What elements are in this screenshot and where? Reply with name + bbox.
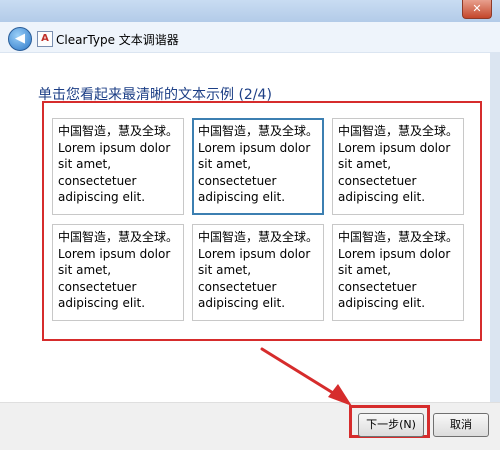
sample-line-3: consectetuer xyxy=(58,173,137,188)
sample-line-2: sit amet, xyxy=(338,157,392,171)
sample-chinese-text: 中国智造，慧及全球。 xyxy=(58,124,179,138)
sample-line-3: consectetuer xyxy=(198,173,277,188)
sample-line-2: sit amet, xyxy=(198,263,252,277)
sample-line-2: sit amet, xyxy=(58,157,112,171)
text-sample-1[interactable]: 中国智造，慧及全球。 Lorem ipsum dolor sit amet, c… xyxy=(52,118,184,215)
text-sample-6[interactable]: 中国智造，慧及全球。 Lorem ipsum dolor sit amet, c… xyxy=(332,224,464,321)
cancel-button[interactable]: 取消 xyxy=(433,413,489,437)
sample-line-3: consectetuer xyxy=(198,279,277,294)
sample-line-1: Lorem ipsum dolor xyxy=(338,140,451,155)
sample-line-4: adipiscing elit. xyxy=(198,190,286,204)
sample-line-2: sit amet, xyxy=(58,263,112,277)
sample-line-4: adipiscing elit. xyxy=(58,296,146,310)
sample-line-1: Lorem ipsum dolor xyxy=(198,140,311,155)
sample-chinese-text: 中国智造，慧及全球。 xyxy=(338,230,459,244)
sample-line-3: consectetuer xyxy=(338,279,417,294)
text-sample-3[interactable]: 中国智造，慧及全球。 Lorem ipsum dolor sit amet, c… xyxy=(332,118,464,215)
sample-line-3: consectetuer xyxy=(58,279,137,294)
sample-line-4: adipiscing elit. xyxy=(58,190,146,204)
sample-line-1: Lorem ipsum dolor xyxy=(58,246,171,261)
sample-chinese-text: 中国智造，慧及全球。 xyxy=(198,230,319,244)
wizard-header: ◀ A ClearType 文本调谐器 xyxy=(0,22,500,53)
sample-chinese-text: 中国智造，慧及全球。 xyxy=(58,230,179,244)
sample-line-1: Lorem ipsum dolor xyxy=(58,140,171,155)
sample-line-2: sit amet, xyxy=(198,157,252,171)
sample-line-4: adipiscing elit. xyxy=(338,190,426,204)
sample-chinese-text: 中国智造，慧及全球。 xyxy=(198,124,319,138)
text-sample-2[interactable]: 中国智造，慧及全球。 Lorem ipsum dolor sit amet, c… xyxy=(192,118,324,215)
text-sample-5[interactable]: 中国智造，慧及全球。 Lorem ipsum dolor sit amet, c… xyxy=(192,224,324,321)
sample-line-4: adipiscing elit. xyxy=(198,296,286,310)
window-side-edge xyxy=(490,52,500,402)
close-button[interactable]: ✕ xyxy=(462,0,492,19)
sample-line-4: adipiscing elit. xyxy=(338,296,426,310)
cleartype-app-icon: A xyxy=(37,31,53,47)
next-button[interactable]: 下一步(N) xyxy=(358,413,424,437)
sample-line-1: Lorem ipsum dolor xyxy=(198,246,311,261)
title-bar: ✕ xyxy=(0,0,500,22)
sample-chinese-text: 中国智造，慧及全球。 xyxy=(338,124,459,138)
window-title: ClearType 文本调谐器 xyxy=(56,33,179,47)
sample-line-3: consectetuer xyxy=(338,173,417,188)
text-sample-4[interactable]: 中国智造，慧及全球。 Lorem ipsum dolor sit amet, c… xyxy=(52,224,184,321)
sample-line-2: sit amet, xyxy=(338,263,392,277)
sample-line-1: Lorem ipsum dolor xyxy=(338,246,451,261)
back-arrow-icon[interactable]: ◀ xyxy=(8,27,32,51)
